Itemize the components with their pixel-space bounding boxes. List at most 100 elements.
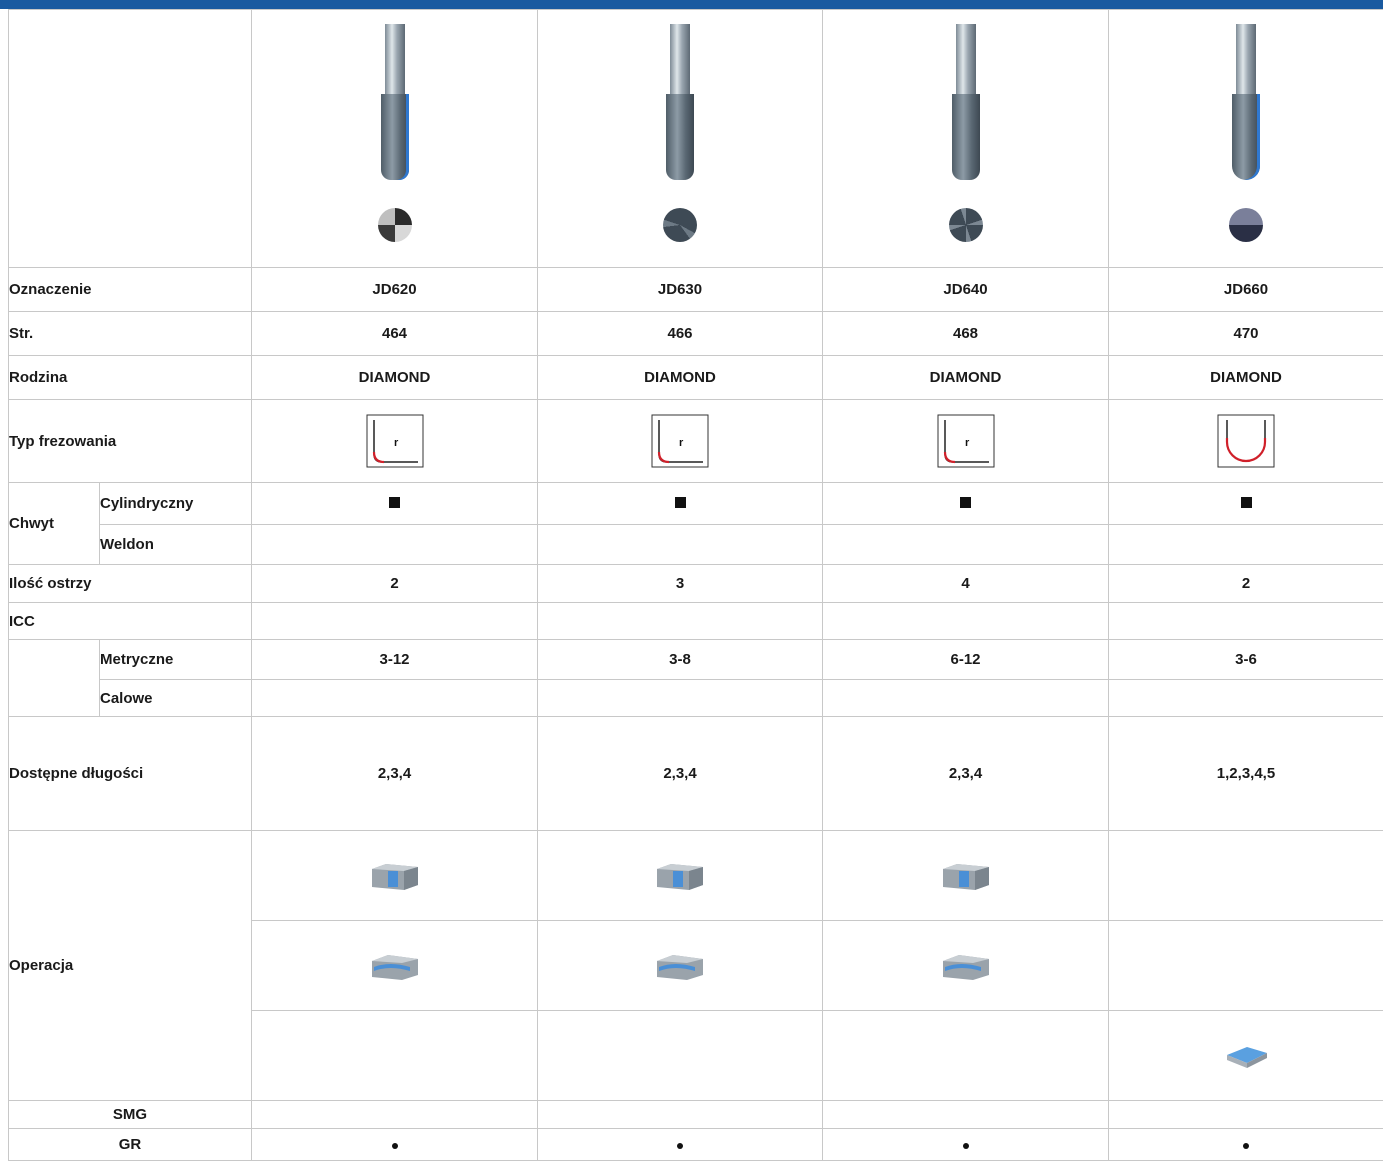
slotting-operation-icon <box>655 861 705 891</box>
operation-cell <box>252 921 538 1011</box>
gr-value <box>1109 1129 1383 1161</box>
shank-weldon-value <box>538 525 823 565</box>
icc-value <box>538 603 823 640</box>
smg-row: SMG <box>9 1101 1383 1129</box>
inch-row: Calowe <box>9 680 1383 717</box>
operation-cell <box>1109 921 1383 1011</box>
operation-cell <box>252 1011 538 1101</box>
shank-weldon-value <box>823 525 1109 565</box>
metric-label: Metryczne <box>100 640 252 680</box>
milling-type-cell: r <box>252 400 538 483</box>
lengths-value: 2,3,4 <box>823 717 1109 831</box>
end-view-icon <box>949 208 983 242</box>
smg-value <box>823 1101 1109 1129</box>
flutes-value: 4 <box>823 565 1109 603</box>
gr-row: GR <box>9 1129 1383 1161</box>
flutes-label: Ilość ostrzy <box>9 565 252 603</box>
shank-cylindrical-value <box>538 483 823 525</box>
filled-dot-icon <box>677 1143 683 1149</box>
filled-square-icon <box>675 497 686 508</box>
designation-value: JD630 <box>538 268 823 312</box>
gr-label: GR <box>9 1129 252 1161</box>
tool-flute <box>666 94 694 180</box>
inch-value <box>538 680 823 717</box>
operation-cell <box>252 831 538 921</box>
family-value: DIAMOND <box>823 356 1109 400</box>
tool-flute <box>1232 94 1260 180</box>
operation-cell <box>538 1011 823 1101</box>
tool-flute <box>952 94 980 180</box>
milling-type-cell: r <box>823 400 1109 483</box>
tool-image-jd660 <box>1109 10 1383 268</box>
gr-value <box>252 1129 538 1161</box>
shank-cylindrical-label: Cylindryczny <box>100 483 252 525</box>
lengths-row: Dostępne długości 2,3,4 2,3,4 2,3,4 1,2,… <box>9 717 1383 831</box>
corner-radius-profile-icon: r <box>937 414 995 468</box>
filled-dot-icon <box>963 1143 969 1149</box>
copy-milling-operation-icon <box>1221 1041 1271 1071</box>
tool-flute <box>381 94 409 180</box>
shank-cylindrical-value <box>1109 483 1383 525</box>
corner-radius-profile-icon: r <box>366 414 424 468</box>
metric-value: 3-6 <box>1109 640 1383 680</box>
slotting-operation-icon <box>370 861 420 891</box>
empty-corner-cell <box>9 10 252 268</box>
page-value: 464 <box>252 312 538 356</box>
slotting-operation-icon <box>941 861 991 891</box>
icc-value <box>823 603 1109 640</box>
smg-value <box>538 1101 823 1129</box>
lengths-value: 2,3,4 <box>538 717 823 831</box>
designation-row: Oznaczenie JD620 JD630 JD640 JD660 <box>9 268 1383 312</box>
operation-row-1: Operacja <box>9 831 1383 921</box>
gr-value <box>538 1129 823 1161</box>
ball-nose-profile-icon <box>1217 414 1275 468</box>
shank-weldon-value <box>252 525 538 565</box>
diameter-group-cell <box>9 640 100 717</box>
metric-value: 3-12 <box>252 640 538 680</box>
lengths-value: 2,3,4 <box>252 717 538 831</box>
flutes-row: Ilość ostrzy 2 3 4 2 <box>9 565 1383 603</box>
lengths-value: 1,2,3,4,5 <box>1109 717 1383 831</box>
corner-letter: r <box>679 437 684 449</box>
operation-cell <box>538 921 823 1011</box>
family-value: DIAMOND <box>1109 356 1383 400</box>
metric-value: 3-8 <box>538 640 823 680</box>
operation-cell <box>1109 831 1383 921</box>
smg-value <box>1109 1101 1383 1129</box>
designation-value: JD620 <box>252 268 538 312</box>
filled-dot-icon <box>1243 1143 1249 1149</box>
family-value: DIAMOND <box>538 356 823 400</box>
family-value: DIAMOND <box>252 356 538 400</box>
designation-value: JD640 <box>823 268 1109 312</box>
shank-weldon-row: Weldon <box>9 525 1383 565</box>
corner-letter: r <box>394 437 399 449</box>
profiling-operation-icon <box>941 951 991 981</box>
shank-weldon-label: Weldon <box>100 525 252 565</box>
end-view-icon <box>663 208 697 242</box>
filled-dot-icon <box>392 1143 398 1149</box>
lengths-label: Dostępne długości <box>9 717 252 831</box>
icc-label: ICC <box>9 603 252 640</box>
filled-square-icon <box>389 497 400 508</box>
end-view-icon <box>378 208 412 242</box>
filled-square-icon <box>1241 497 1252 508</box>
page-value: 466 <box>538 312 823 356</box>
operation-cell <box>1109 1011 1383 1101</box>
profiling-operation-icon <box>370 951 420 981</box>
shank-label: Chwyt <box>9 483 100 565</box>
tool-image-jd640 <box>823 10 1109 268</box>
metric-value: 6-12 <box>823 640 1109 680</box>
inch-label: Calowe <box>100 680 252 717</box>
inch-value <box>252 680 538 717</box>
icc-value <box>1109 603 1383 640</box>
end-view-icon <box>1229 208 1263 242</box>
icc-value <box>252 603 538 640</box>
flutes-value: 2 <box>1109 565 1383 603</box>
smg-value <box>252 1101 538 1129</box>
corner-radius-profile-icon: r <box>651 414 709 468</box>
page-value: 468 <box>823 312 1109 356</box>
tool-image-jd620 <box>252 10 538 268</box>
shank-cylindrical-row: Chwyt Cylindryczny <box>9 483 1383 525</box>
flutes-value: 2 <box>252 565 538 603</box>
milling-type-cell: r <box>538 400 823 483</box>
